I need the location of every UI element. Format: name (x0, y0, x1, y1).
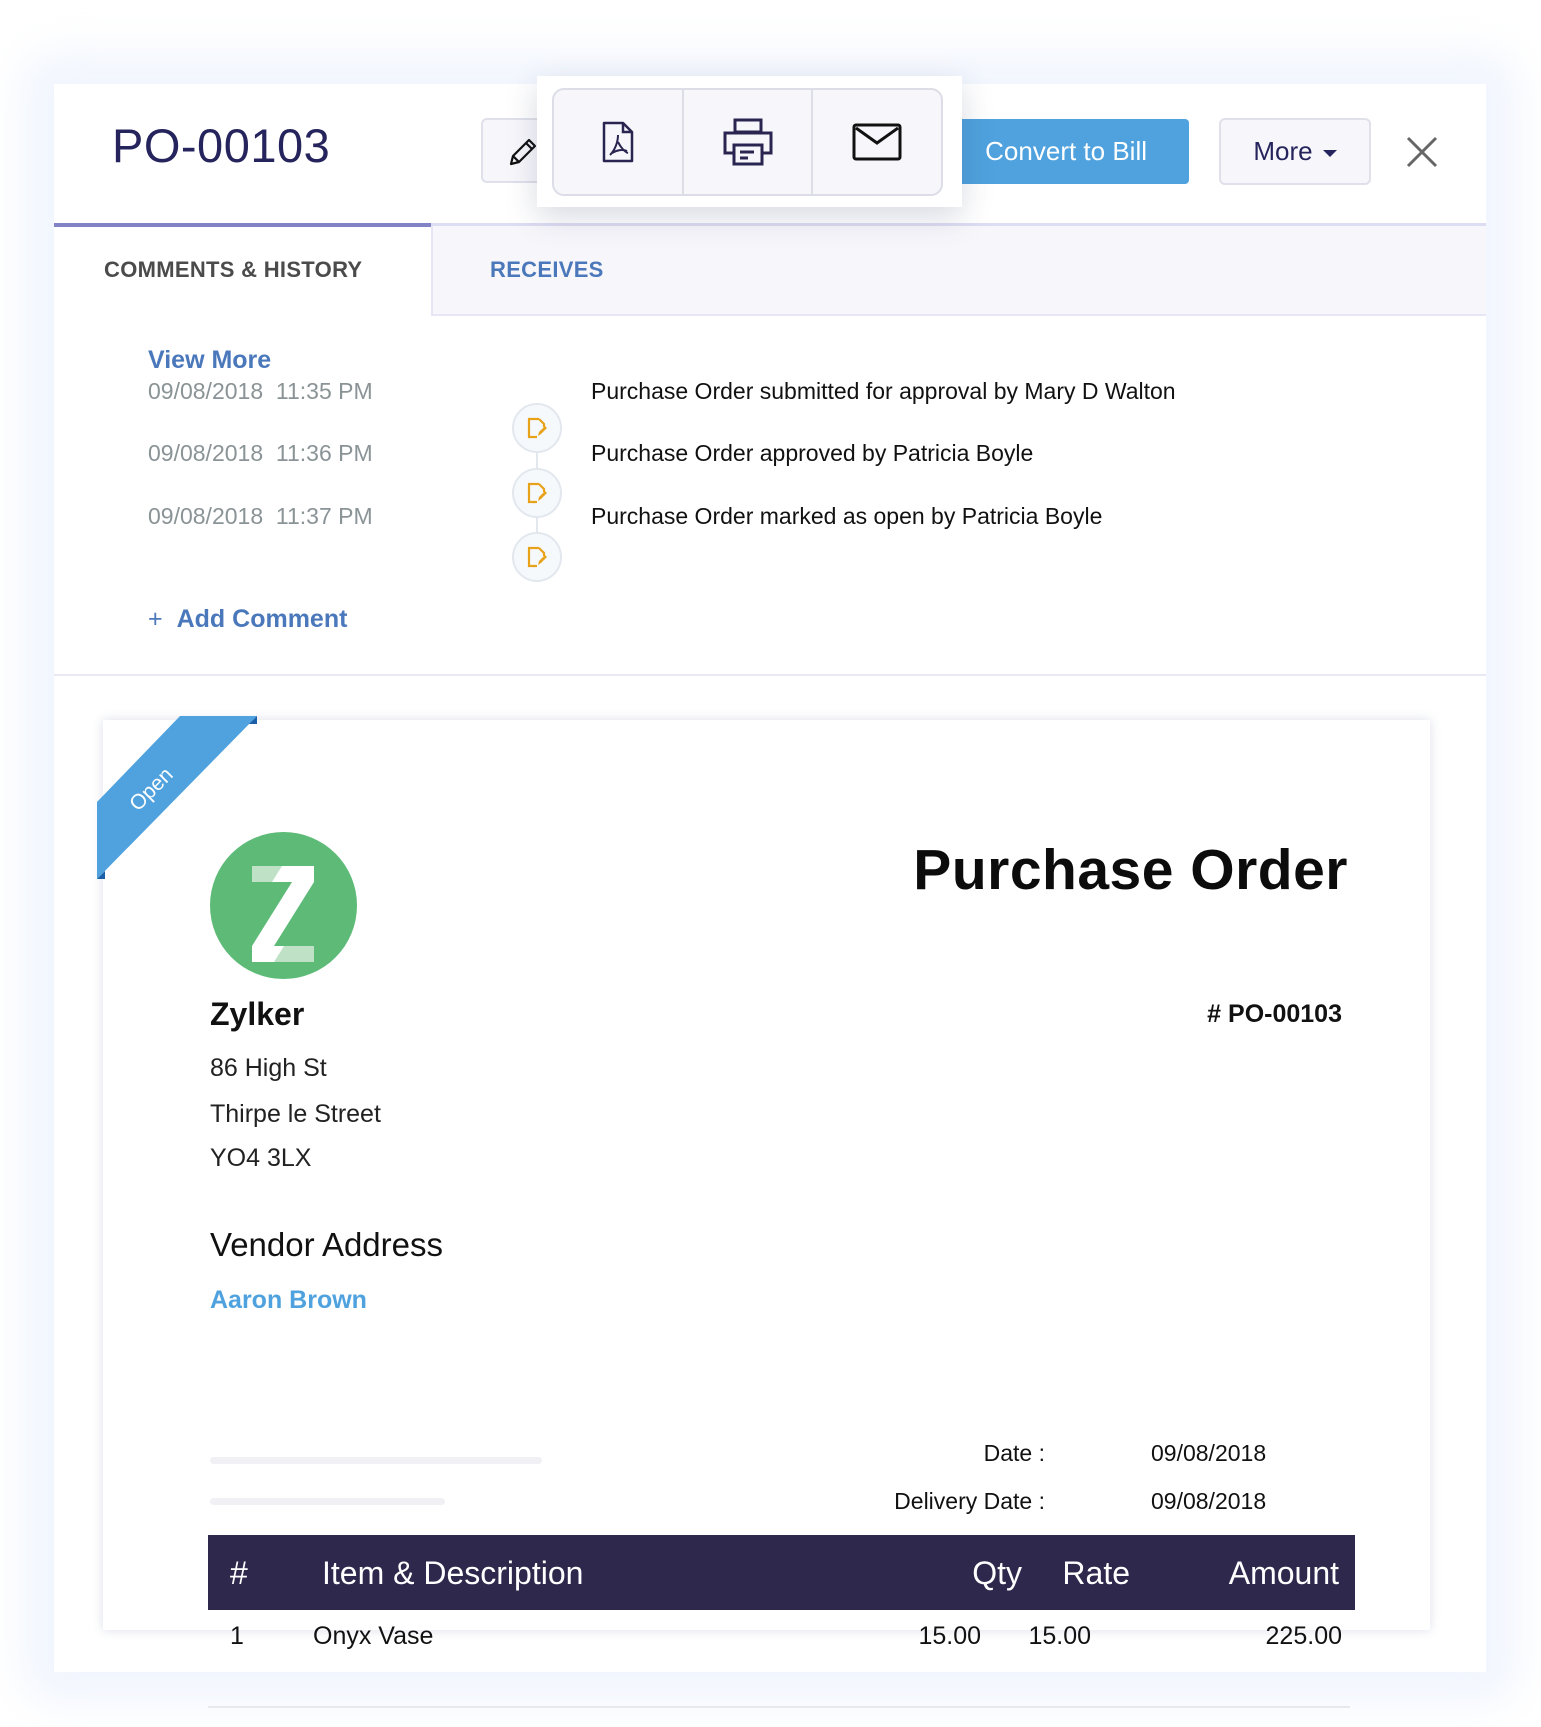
vendor-name-link[interactable]: Aaron Brown (210, 1286, 367, 1315)
email-button[interactable] (813, 90, 941, 194)
column-header-qty: Qty (972, 1555, 1022, 1591)
export-button-group (552, 88, 943, 196)
history-dot (512, 403, 562, 453)
row-rate: 15.00 (1028, 1622, 1091, 1650)
pdf-button[interactable] (554, 90, 684, 194)
delivery-date-label: Delivery Date : (894, 1488, 1045, 1514)
plus-icon: + (148, 605, 163, 633)
history-date: 09/08/2018 11:36 PM (148, 440, 373, 466)
tab-receives[interactable]: RECEIVES (490, 257, 604, 283)
close-button[interactable] (1404, 134, 1440, 170)
document-title: Purchase Order (913, 838, 1348, 902)
section-divider (54, 674, 1486, 676)
add-comment-link[interactable]: + Add Comment (148, 605, 347, 634)
more-button[interactable]: More (1219, 118, 1371, 185)
edit-document-icon (527, 417, 547, 439)
printer-icon (723, 118, 772, 166)
history-text: Purchase Order approved by Patricia Boyl… (591, 440, 1034, 466)
address-placeholder-bar (210, 1457, 542, 1464)
convert-to-bill-button[interactable]: Convert to Bill (934, 119, 1189, 184)
column-header-index: # (230, 1555, 248, 1591)
row-qty: 15.00 (918, 1622, 981, 1650)
add-comment-label: Add Comment (176, 605, 348, 633)
address-placeholder-bar (210, 1498, 445, 1505)
caret-down-icon (1322, 150, 1337, 157)
vendor-address-heading: Vendor Address (210, 1226, 443, 1263)
close-icon (1406, 136, 1438, 168)
company-address-line: 86 High St (210, 1054, 327, 1082)
history-date: 09/08/2018 11:35 PM (148, 378, 373, 404)
view-more-link[interactable]: View More (148, 346, 271, 375)
items-table-header: # Item & Description Qty Rate Amount (208, 1535, 1355, 1610)
edit-document-icon (527, 482, 547, 504)
table-bottom-border (208, 1706, 1350, 1708)
history-text: Purchase Order submitted for approval by… (591, 378, 1176, 404)
company-address-line: YO4 3LX (210, 1144, 312, 1172)
history-text: Purchase Order marked as open by Patrici… (591, 503, 1103, 529)
export-toolbar-popup (537, 76, 962, 207)
date-label: Date : (983, 1440, 1045, 1466)
company-logo (210, 832, 357, 979)
tab-comments-history[interactable]: COMMENTS & HISTORY (104, 257, 362, 283)
row-index: 1 (230, 1622, 244, 1650)
page-title: PO-00103 (112, 119, 331, 172)
history-dot (512, 468, 562, 518)
purchase-order-panel: PO-00103 Convert to Bill More COMMENTS &… (54, 76, 1486, 1708)
more-label: More (1253, 136, 1313, 166)
row-amount: 225.00 (1265, 1622, 1342, 1650)
row-item: Onyx Vase (313, 1622, 434, 1650)
pdf-icon (602, 121, 634, 163)
purchase-order-document: Open Zylker 86 High St Thirpe le Street … (97, 716, 1430, 1708)
active-tab-indicator (54, 223, 431, 227)
delivery-date-value: 09/08/2018 (1151, 1488, 1267, 1514)
document-number: # PO-00103 (1207, 1000, 1342, 1028)
mail-icon (852, 123, 902, 161)
edit-document-icon (527, 546, 547, 568)
column-header-amount: Amount (1228, 1555, 1339, 1591)
column-header-rate: Rate (1062, 1555, 1130, 1591)
company-address-line: Thirpe le Street (210, 1100, 381, 1128)
print-button[interactable] (684, 90, 814, 194)
column-header-item: Item & Description (322, 1555, 584, 1591)
date-value: 09/08/2018 (1151, 1440, 1267, 1466)
history-dot (512, 532, 562, 582)
company-name: Zylker (210, 996, 305, 1032)
history-date: 09/08/2018 11:37 PM (148, 503, 373, 529)
